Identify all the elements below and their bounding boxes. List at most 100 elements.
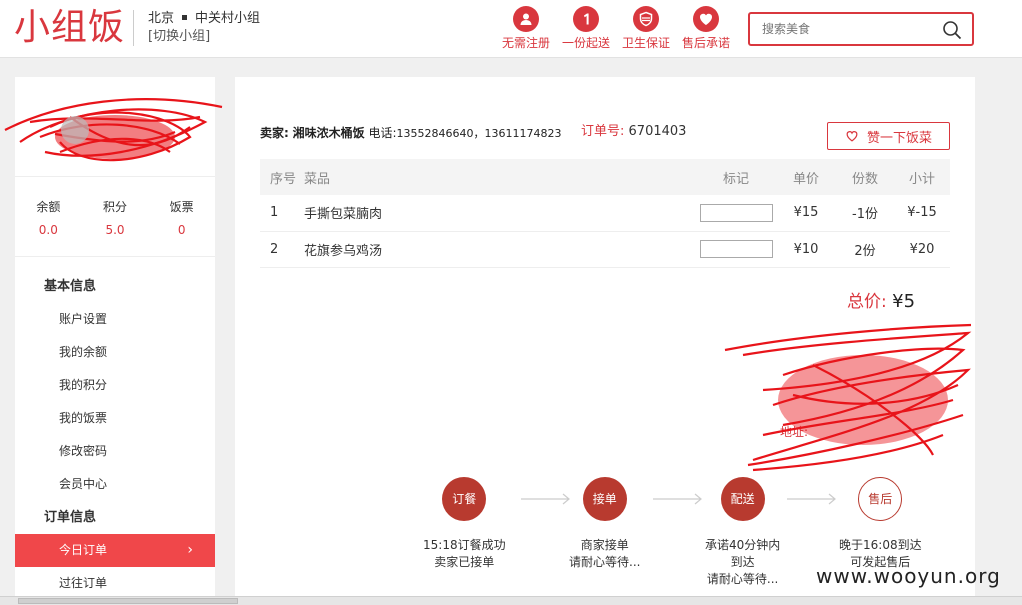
- sidebar-item-my-points[interactable]: 我的积分: [15, 369, 215, 402]
- watermark: www.wooyun.org: [816, 564, 1001, 588]
- seller-phones: 13552846640，13611174823: [396, 127, 562, 140]
- table-row: 1 手撕包菜腩肉 ¥15 -1份 ¥-15: [260, 195, 950, 232]
- city-name: 北京: [148, 11, 175, 26]
- step-desc-line: 请耐心等待...: [706, 572, 779, 586]
- order-detail-panel: 卖家: 湘味浓木桶饭 电话:13552846640，13611174823 订单…: [235, 77, 975, 605]
- switch-group-link[interactable]: [切换小组]: [148, 28, 260, 46]
- step-circle: 售后: [858, 477, 903, 521]
- progress-step-aftersale[interactable]: 售后 晚于16:08到达 可发起售后: [839, 477, 922, 571]
- search-icon[interactable]: [942, 20, 962, 40]
- step-desc-line: 请耐心等待...: [569, 555, 641, 569]
- row-qty: -1份: [836, 195, 894, 232]
- row-qty: 2份: [836, 231, 894, 268]
- step-description: 承诺40分钟内 到达 请耐心等待...: [705, 537, 780, 588]
- account-stats: 余额 0.0 积分 5.0 饭票 0: [15, 177, 215, 257]
- step-desc-line: 承诺40分钟内: [705, 538, 781, 552]
- search-box: [748, 12, 974, 46]
- stat-meal-tickets[interactable]: 饭票 0: [148, 199, 215, 256]
- row-subtotal: ¥20: [894, 231, 950, 268]
- arrow-right-icon: [787, 493, 836, 505]
- row-price: ¥15: [776, 195, 836, 232]
- feature-no-register[interactable]: 无需注册: [496, 6, 556, 51]
- col-header-no: 序号: [260, 159, 304, 195]
- dot-separator: [182, 15, 188, 20]
- number-one-icon: [573, 6, 599, 32]
- col-header-qty: 份数: [836, 159, 894, 195]
- heart-outline-icon: [846, 131, 858, 142]
- row-no: 2: [260, 231, 304, 268]
- seller-label: 卖家:: [260, 126, 289, 140]
- shield-icon: [633, 6, 659, 32]
- step-desc-line: 15:18订餐成功: [423, 538, 506, 552]
- step-desc-line: 卖家已接单: [434, 555, 495, 569]
- stat-label: 饭票: [169, 200, 194, 214]
- feature-hygiene[interactable]: 卫生保证: [616, 6, 676, 51]
- row-dish: 手撕包菜腩肉: [304, 195, 696, 232]
- sidebar-item-account-settings[interactable]: 账户设置: [15, 303, 215, 336]
- table-header-row: 序号 菜品 标记 单价 份数 小计: [260, 159, 950, 195]
- redacted-scribble: [4, 98, 223, 162]
- row-mark: [696, 231, 776, 268]
- step-circle: 接单: [582, 477, 627, 521]
- mark-input[interactable]: [699, 240, 773, 258]
- feature-list: 无需注册 一份起送 卫生保证 售后承诺: [496, 6, 736, 51]
- sidebar-item-today-orders[interactable]: 今日订单 ›: [15, 534, 215, 567]
- user-icon: [513, 6, 539, 32]
- sidebar: 余额 0.0 积分 5.0 饭票 0 基本信息 账户设置 我的余额 我的积分 我…: [4, 77, 223, 605]
- stat-balance[interactable]: 余额 0.0: [15, 199, 82, 256]
- col-header-price: 单价: [776, 159, 836, 195]
- stat-label: 余额: [36, 200, 61, 214]
- feature-aftersale[interactable]: 售后承诺: [676, 6, 736, 51]
- row-subtotal: ¥-15: [894, 195, 950, 232]
- col-header-subtotal: 小计: [894, 159, 950, 195]
- menu-heading-basic-info: 基本信息: [44, 279, 97, 294]
- stat-label: 积分: [103, 200, 128, 214]
- seller-name[interactable]: 湘味浓木桶饭: [293, 126, 365, 140]
- feature-one-portion[interactable]: 一份起送: [556, 6, 616, 51]
- order-number: 订单号: 6701403: [581, 122, 686, 142]
- horizontal-scrollbar[interactable]: [0, 596, 1022, 605]
- phone-label: 电话:: [368, 126, 397, 140]
- progress-step-delivery: 配送 承诺40分钟内 到达 请耐心等待...: [705, 477, 780, 588]
- header: 小组饭 北京 中关村小组 [切换小组] 无需注册 一份起送 卫生保证 售后承诺 …: [0, 0, 1022, 58]
- order-number-label: 订单号:: [581, 124, 625, 139]
- like-meal-button[interactable]: 赞一下饭菜: [827, 122, 950, 150]
- row-mark: [696, 195, 776, 232]
- col-header-mark: 标记: [696, 159, 776, 195]
- table-row: 2 花旗参乌鸡汤 ¥10 2份 ¥20: [260, 231, 950, 268]
- row-price: ¥10: [776, 231, 836, 268]
- stat-value: 0.0: [38, 223, 58, 237]
- order-items-table: 序号 菜品 标记 单价 份数 小计 1 手撕包菜腩肉 ¥15 -1份 ¥-15 …: [260, 159, 950, 268]
- step-description: 商家接单 请耐心等待...: [569, 537, 640, 571]
- step-desc-line: 晚于16:08到达: [839, 538, 922, 552]
- menu-heading-order-info: 订单信息: [44, 510, 97, 525]
- sidebar-item-my-tickets[interactable]: 我的饭票: [15, 402, 215, 435]
- group-name: 中关村小组: [195, 11, 261, 26]
- sidebar-item-member-center[interactable]: 会员中心: [15, 468, 215, 501]
- location-info: 北京 中关村小组 [切换小组]: [148, 10, 260, 46]
- stat-points[interactable]: 积分 5.0: [82, 199, 149, 256]
- arrow-right-icon: [653, 493, 702, 505]
- sidebar-item-change-password[interactable]: 修改密码: [15, 435, 215, 468]
- search-input[interactable]: [750, 14, 930, 44]
- step-circle: 订餐: [442, 477, 487, 521]
- site-logo[interactable]: 小组饭: [14, 6, 125, 50]
- sidebar-item-label: 今日订单: [59, 543, 108, 557]
- step-circle: 配送: [720, 477, 765, 521]
- chevron-right-icon: ›: [187, 542, 193, 558]
- order-number-value: 6701403: [628, 124, 687, 139]
- feature-label: 无需注册: [501, 36, 550, 50]
- step-description: 15:18订餐成功 卖家已接单: [423, 537, 506, 571]
- row-no: 1: [260, 195, 304, 232]
- sidebar-item-my-balance[interactable]: 我的余额: [15, 336, 215, 369]
- scrollbar-thumb[interactable]: [18, 598, 238, 604]
- total-value: ¥5: [892, 291, 916, 312]
- stat-value: 5.0: [105, 223, 125, 237]
- feature-label: 一份起送: [561, 36, 610, 50]
- step-desc-line: 到达: [730, 555, 755, 569]
- avatar: [4, 77, 223, 177]
- mark-input[interactable]: [699, 203, 773, 222]
- order-total: 总价: ¥5: [847, 290, 915, 314]
- like-button-label: 赞一下饭菜: [866, 130, 932, 146]
- row-dish: 花旗参乌鸡汤: [304, 231, 696, 268]
